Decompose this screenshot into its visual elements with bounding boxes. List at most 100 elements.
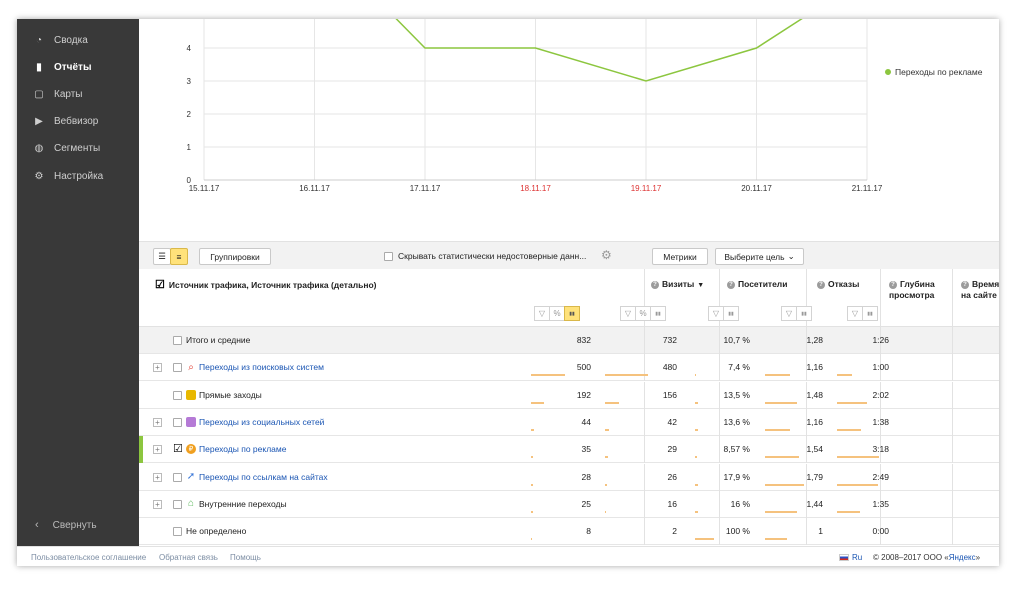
bars-icon[interactable]: ▮▮ [796,306,812,321]
row-label[interactable]: Переходы по ссылкам на сайтах [199,472,328,482]
sidebar: ‹ Свернуть ◔ Сводка ▮ Отчёты ▢ Карты ▶ Вебвизор… [17,19,139,546]
sidebar-item-2[interactable]: ▢ Карты [33,86,82,102]
expand-row-button[interactable]: + [153,417,162,427]
row-checkbox[interactable] [173,472,182,482]
row-label[interactable]: Переходы по рекламе [199,444,286,454]
flat-view-button[interactable]: ☰ [153,248,171,265]
expand-row-button[interactable]: + [153,363,162,373]
column-divider [644,381,645,409]
help-icon[interactable]: ? [651,280,659,289]
hide-unreliable-toggle[interactable]: Скрывать статистически недостоверные дан… [384,251,586,261]
tree-view-button[interactable]: ≡ [170,248,188,265]
table-row[interactable]: + ☑ ₽ Переходы по рекламе 35 29 8,57 % 1,54 3:18 [139,436,999,464]
percent-icon[interactable]: % [635,306,651,321]
expand-row-button[interactable]: + [153,499,162,509]
table-toolbar: ☰ ≡ Группировки Скрывать статистически н… [139,241,999,269]
collapse-sidebar-button[interactable]: ‹ Свернуть [35,519,97,531]
column-header-4[interactable]: ? Время на сайте [961,279,999,301]
checkmark-icon[interactable]: ☑ [155,278,165,291]
cell-value: 13,6 % [723,416,750,427]
sidebar-item-0[interactable]: ◔ Сводка [33,32,88,48]
language-switch[interactable]: Ru [839,553,862,562]
value-share-bar [837,456,879,459]
filter-icon[interactable]: ▽ [620,306,636,321]
value-share-bar [837,374,852,377]
value-share-bar [531,483,533,486]
sidebar-item-3[interactable]: ▶ Вебвизор [33,114,98,130]
column-header-3[interactable]: ? Глубина просмотра [889,279,955,301]
chart-legend[interactable]: Переходы по рекламе [885,67,982,77]
groupings-button[interactable]: Группировки [199,248,271,265]
table-row[interactable]: Прямые заходы 192 156 13,5 % 1,48 2:02 [139,381,999,409]
help-icon[interactable]: ? [961,280,969,289]
expand-row-button[interactable]: + [153,472,162,482]
social-icon [186,416,196,427]
row-checkbox[interactable] [173,336,182,345]
app-window: ‹ Свернуть ◔ Сводка ▮ Отчёты ▢ Карты ▶ Вебвизор… [17,19,999,566]
bars-icon[interactable]: ▮▮ [862,306,878,321]
sidebar-item-label: Настройка [54,170,104,182]
column-filter-buttons: ▽% ▮▮ [620,306,666,321]
hide-unreliable-checkbox[interactable] [384,251,393,261]
expand-row-button[interactable]: + [153,445,162,455]
value-share-bar [695,374,696,377]
cell-value: 1:26 [872,335,889,345]
cell-value: 1,16 [806,362,823,373]
filter-icon[interactable]: ▽ [847,306,863,321]
table-row[interactable]: + ➚ Переходы по ссылкам на сайтах 28 26 17,9 … [139,463,999,491]
column-divider [719,408,720,436]
company-link[interactable]: Яндекс [949,553,976,562]
table-row[interactable]: + Переходы из социальных сетей 44 42 13,6 % 1… [139,408,999,436]
feedback-link[interactable]: Обратная связь [159,553,218,562]
agreement-link[interactable]: Пользовательское соглашение [31,553,146,562]
filter-icon[interactable]: ▽ [781,306,797,321]
filter-icon[interactable]: ▽ [708,306,724,321]
cell-value: 2:02 [872,389,889,400]
sort-desc-icon[interactable]: ▼ [697,282,704,289]
row-label[interactable]: Переходы из социальных сетей [199,417,324,427]
help-icon[interactable]: ? [817,280,825,289]
sidebar-item-4[interactable]: ◍ Сегменты [33,141,101,157]
total-row[interactable]: Итого и средние 832 732 10,7 % 1,28 1:26 [139,327,999,354]
sidebar-item-label: Сегменты [54,143,101,155]
help-icon[interactable]: ? [727,280,735,289]
row-checkbox[interactable]: ☑ [173,444,183,455]
value-share-bar [695,456,697,459]
cell-value: 156 [662,389,677,400]
cell-value: 2:49 [872,471,889,482]
sidebar-item-1[interactable]: ▮ Отчёты [33,59,91,75]
percent-icon[interactable]: % [549,306,565,321]
collapse-label: Свернуть [52,519,97,531]
bars-icon[interactable]: ▮▮ [723,306,739,321]
bars-icon[interactable]: ▮▮ [564,306,580,321]
value-share-bar [605,428,609,431]
cell-value: 100 % [725,526,750,537]
filter-icon[interactable]: ▽ [534,306,550,321]
row-checkbox[interactable] [173,417,182,427]
column-header-label: Визиты [662,279,695,289]
help-link[interactable]: Помощь [230,553,261,562]
footer: Пользовательское соглашение Обратная свя… [17,546,999,566]
value-share-bar [765,374,790,377]
value-share-bar [695,538,714,541]
gear-icon[interactable]: ⚙ [601,248,612,262]
goal-select[interactable]: Выберите цель ⌄ [715,248,804,265]
row-checkbox[interactable] [173,363,182,373]
sidebar-item-5[interactable]: ⚙ Настройка [33,168,104,184]
help-icon[interactable]: ? [889,280,897,289]
row-label[interactable]: Переходы из поисковых систем [199,362,324,372]
table-row[interactable]: + ⌕ Переходы из поисковых систем 500 480 7,4 … [139,354,999,382]
metrics-button[interactable]: Метрики [652,248,708,265]
bars-icon[interactable]: ▮▮ [650,306,666,321]
row-checkbox[interactable] [173,390,182,400]
column-header-2[interactable]: ? Отказы [817,279,883,290]
row-checkbox[interactable] [173,527,182,537]
value-share-bar [765,538,787,541]
copyright-suffix: » [975,553,981,562]
table-row[interactable]: Не определено 8 2 100 % 1 0:00 [139,518,999,546]
column-header-1[interactable]: ? Посетители [727,279,811,290]
column-divider [952,463,953,491]
table-row[interactable]: + ⌂ Внутренние переходы 25 16 16 % 1,44 1:35 [139,490,999,518]
row-checkbox[interactable] [173,499,182,509]
column-header-0[interactable]: ? Визиты ▼ [651,279,721,291]
